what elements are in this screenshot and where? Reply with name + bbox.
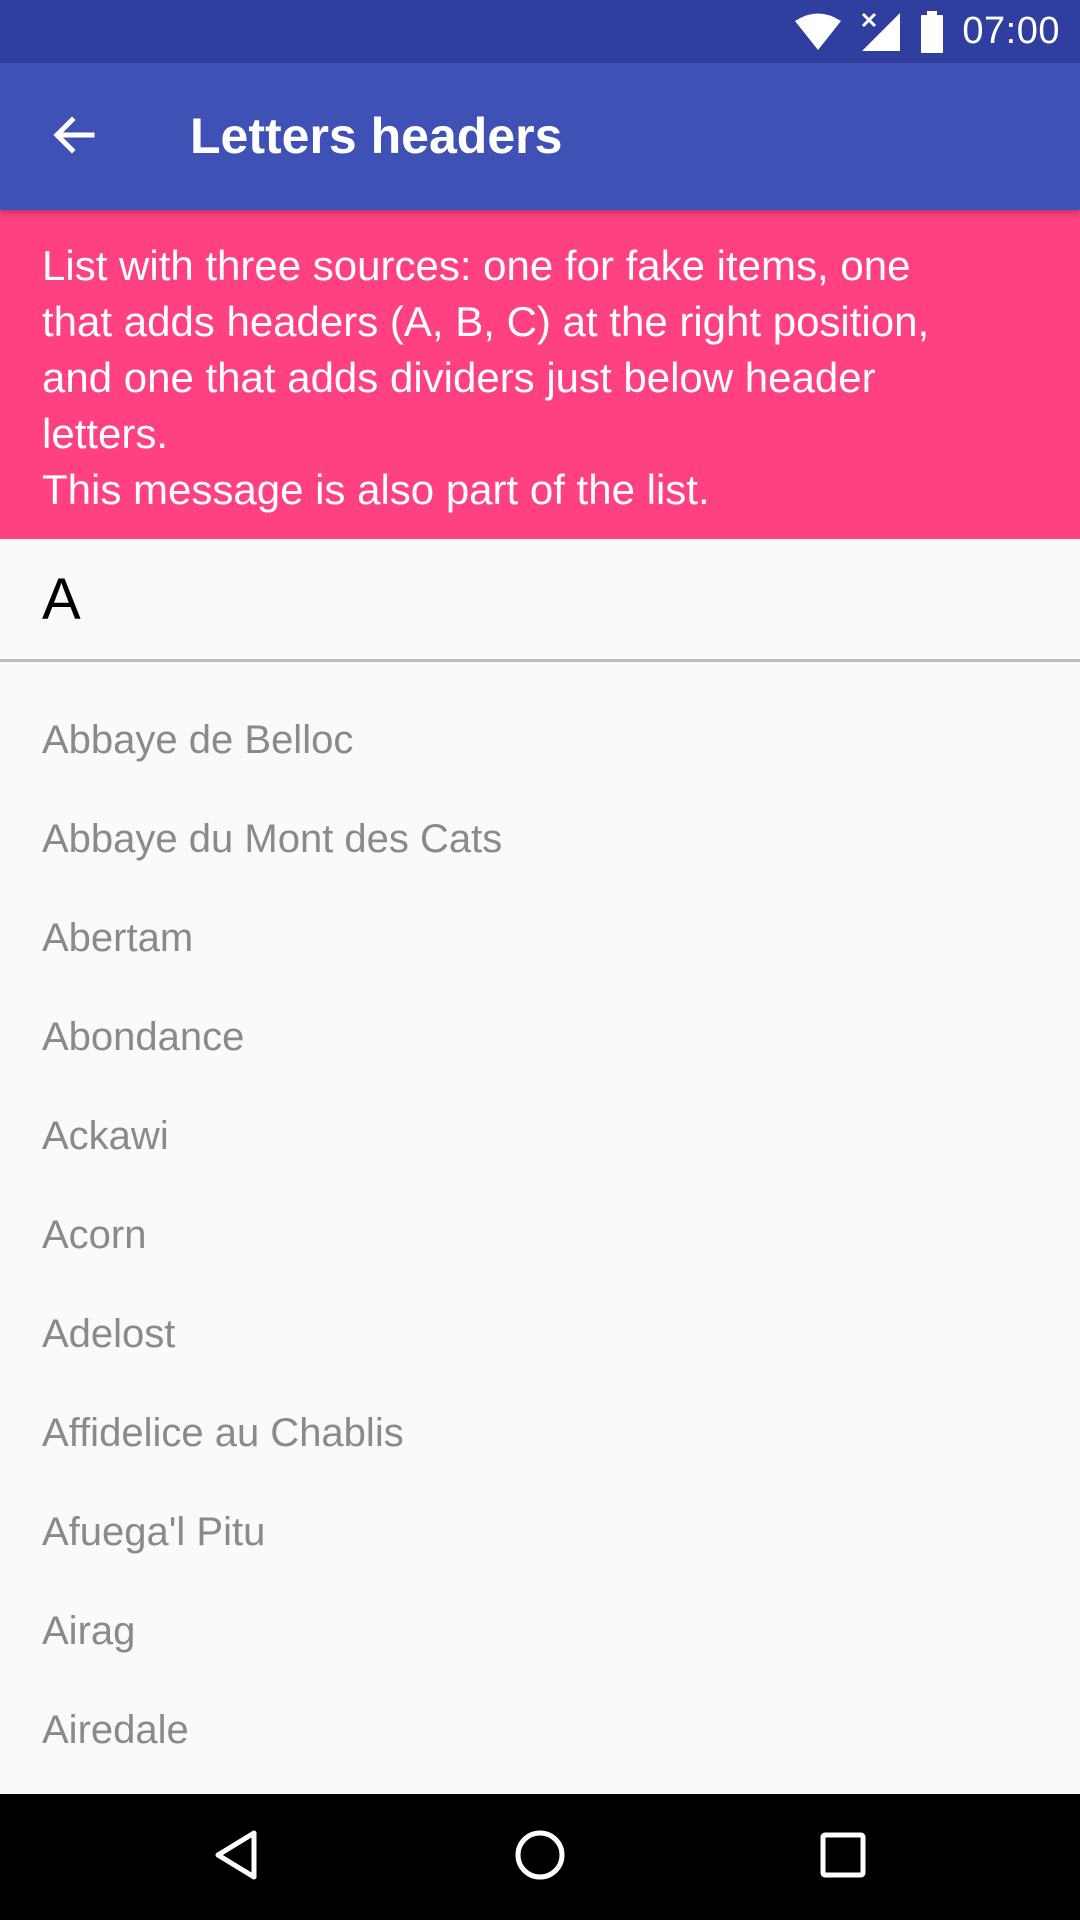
list-item[interactable]: Airedale bbox=[0, 1681, 1080, 1780]
back-triangle-icon bbox=[212, 1829, 260, 1886]
nav-recents-button[interactable] bbox=[763, 1794, 923, 1920]
list-item[interactable]: Afuega'l Pitu bbox=[0, 1483, 1080, 1582]
page-title: Letters headers bbox=[190, 108, 563, 164]
list-item[interactable]: Acorn bbox=[0, 1186, 1080, 1285]
banner-line: letters. bbox=[42, 410, 169, 457]
list-item[interactable]: Abertam bbox=[0, 889, 1080, 988]
status-bar: 07:00 bbox=[0, 0, 1080, 63]
nav-home-button[interactable] bbox=[460, 1794, 620, 1920]
list-item[interactable]: Abondance bbox=[0, 988, 1080, 1087]
navigation-bar bbox=[0, 1794, 1080, 1920]
banner-line: that adds headers (A, B, C) at the right… bbox=[42, 298, 930, 345]
status-time: 07:00 bbox=[962, 10, 1060, 52]
section-header-letter: A bbox=[42, 566, 81, 632]
list-content: List with three sources: one for fake it… bbox=[0, 210, 1080, 1794]
list-item[interactable]: Airag bbox=[0, 1582, 1080, 1681]
list-item[interactable]: Abbaye de Belloc bbox=[0, 691, 1080, 790]
arrow-back-icon bbox=[50, 111, 98, 164]
list-item[interactable]: Affidelice au Chablis bbox=[0, 1384, 1080, 1483]
screen: 07:00 Letters headers List with three so… bbox=[0, 0, 1080, 1920]
recents-square-icon bbox=[820, 1832, 866, 1883]
list-item[interactable]: Abbaye du Mont des Cats bbox=[0, 790, 1080, 889]
status-icons: 07:00 bbox=[794, 0, 1060, 63]
battery-icon bbox=[920, 10, 944, 53]
home-circle-icon bbox=[514, 1829, 566, 1886]
wifi-icon bbox=[794, 12, 842, 52]
back-button[interactable] bbox=[30, 97, 118, 177]
item-list: Abbaye de Belloc Abbaye du Mont des Cats… bbox=[0, 662, 1080, 1780]
list-item[interactable]: Adelost bbox=[0, 1285, 1080, 1384]
banner-line: This message is also part of the list. bbox=[42, 466, 710, 513]
list-item[interactable]: Ackawi bbox=[0, 1087, 1080, 1186]
app-bar: Letters headers bbox=[0, 63, 1080, 210]
signal-icon bbox=[860, 11, 902, 53]
nav-back-button[interactable] bbox=[156, 1794, 316, 1920]
section-header: A bbox=[0, 539, 1080, 659]
banner-line: List with three sources: one for fake it… bbox=[42, 242, 911, 289]
banner-line: and one that adds dividers just below he… bbox=[42, 354, 876, 401]
info-banner: List with three sources: one for fake it… bbox=[0, 210, 1080, 539]
